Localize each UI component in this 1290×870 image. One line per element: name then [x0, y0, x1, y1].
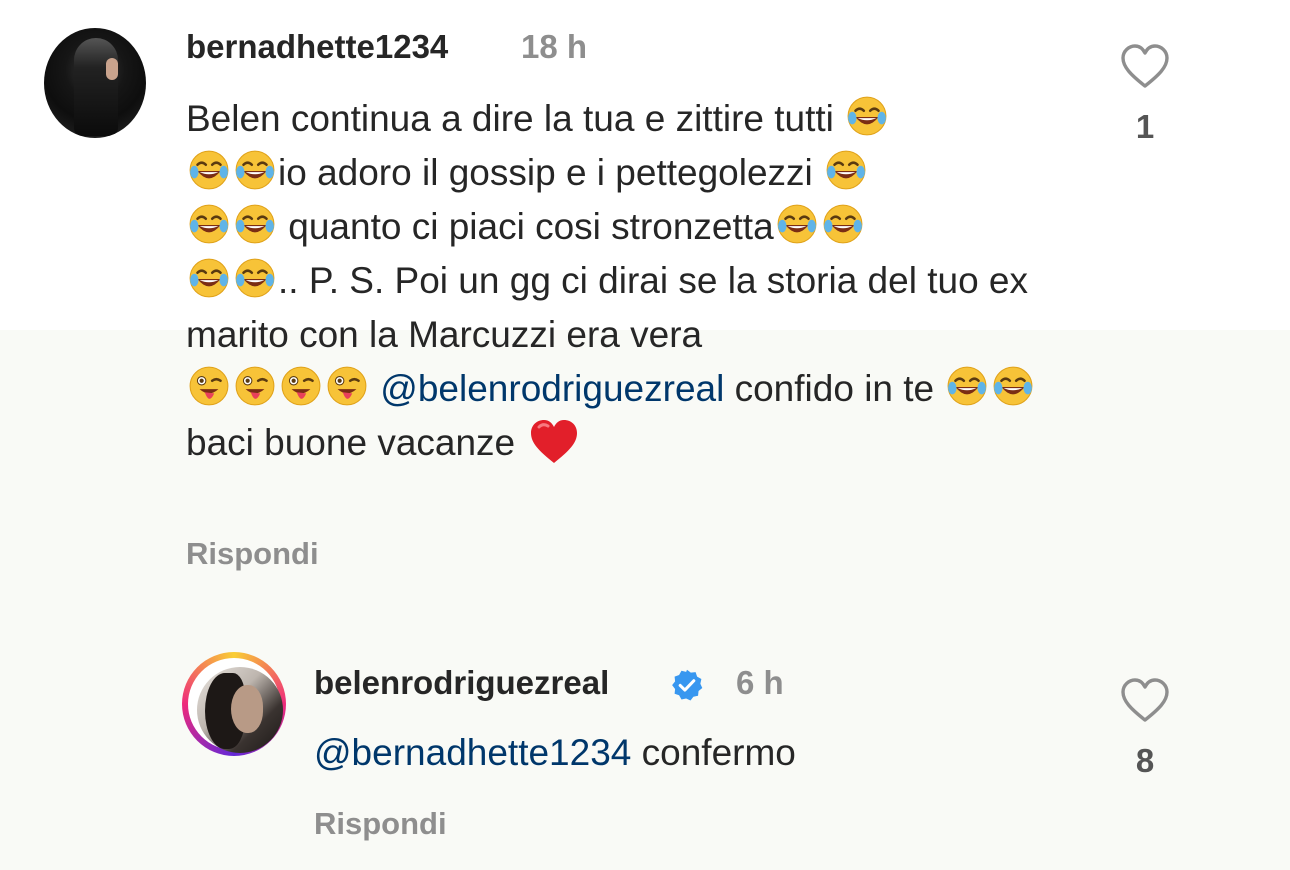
comment-belenrodriguezreal: belenrodriguezreal 6 h @bernadhette1234 …	[0, 600, 1290, 870]
tongue-emoji	[234, 365, 276, 407]
laughing-emoji	[822, 203, 864, 245]
comment-text: @bernadhette1234 confermo	[314, 732, 796, 773]
reply-button[interactable]: Rispondi	[314, 806, 447, 842]
tongue-emoji	[326, 365, 368, 407]
like-count: 1	[1135, 108, 1155, 145]
mention-link[interactable]: @belenrodriguezreal	[380, 368, 724, 409]
mention-link[interactable]: @bernadhette1234	[314, 732, 631, 773]
verified-badge-icon	[672, 669, 703, 701]
comment-username[interactable]: bernadhette1234	[186, 28, 448, 66]
comments-view: bernadhette1234 18 h Belen continua a di…	[0, 0, 1290, 870]
tongue-emoji	[188, 365, 230, 407]
comment-text: Belen continua a dire la tua e zittire t…	[186, 92, 1086, 470]
like-count: 8	[1135, 742, 1155, 779]
laughing-emoji	[825, 149, 867, 191]
laughing-emoji	[846, 95, 888, 137]
comment-timestamp: 18 h	[521, 28, 588, 65]
laughing-emoji	[992, 365, 1034, 407]
laughing-emoji	[234, 257, 276, 299]
avatar	[197, 667, 283, 753]
laughing-emoji	[946, 365, 988, 407]
comment-bernadhette1234: bernadhette1234 18 h Belen continua a di…	[0, 0, 1290, 600]
laughing-emoji	[776, 203, 818, 245]
heart-outline-icon[interactable]	[1120, 44, 1170, 90]
laughing-emoji	[188, 203, 230, 245]
laughing-emoji	[234, 149, 276, 191]
laughing-emoji	[234, 203, 276, 245]
tongue-emoji	[280, 365, 322, 407]
red-heart-emoji	[529, 419, 579, 465]
reply-button[interactable]: Rispondi	[186, 536, 319, 572]
laughing-emoji	[188, 149, 230, 191]
heart-outline-icon[interactable]	[1120, 678, 1170, 724]
comment-username[interactable]: belenrodriguezreal	[314, 664, 609, 702]
story-ring[interactable]	[182, 652, 286, 756]
laughing-emoji	[188, 257, 230, 299]
avatar[interactable]	[44, 28, 146, 138]
comment-timestamp: 6 h	[736, 664, 784, 701]
